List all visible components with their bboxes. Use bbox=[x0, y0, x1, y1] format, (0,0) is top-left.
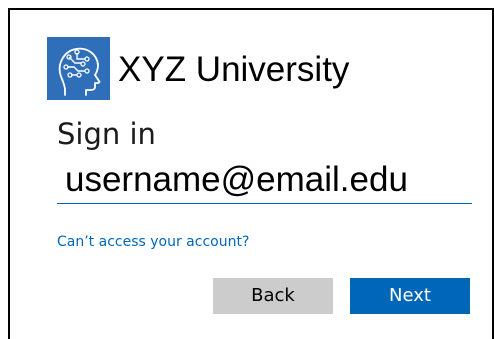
email-field[interactable] bbox=[57, 156, 472, 204]
back-button[interactable]: Back bbox=[213, 278, 333, 314]
brain-head-icon bbox=[58, 47, 101, 96]
signin-card: XYZ University Sign in Can’t access your… bbox=[0, 0, 494, 339]
next-button[interactable]: Next bbox=[350, 278, 470, 314]
cant-access-account-link[interactable]: Can’t access your account? bbox=[57, 233, 249, 251]
university-name: XYZ University bbox=[118, 50, 350, 89]
university-logo bbox=[47, 37, 110, 100]
card-border-left bbox=[8, 8, 10, 339]
page-title: Sign in bbox=[57, 117, 156, 151]
card-border-top bbox=[8, 8, 494, 10]
